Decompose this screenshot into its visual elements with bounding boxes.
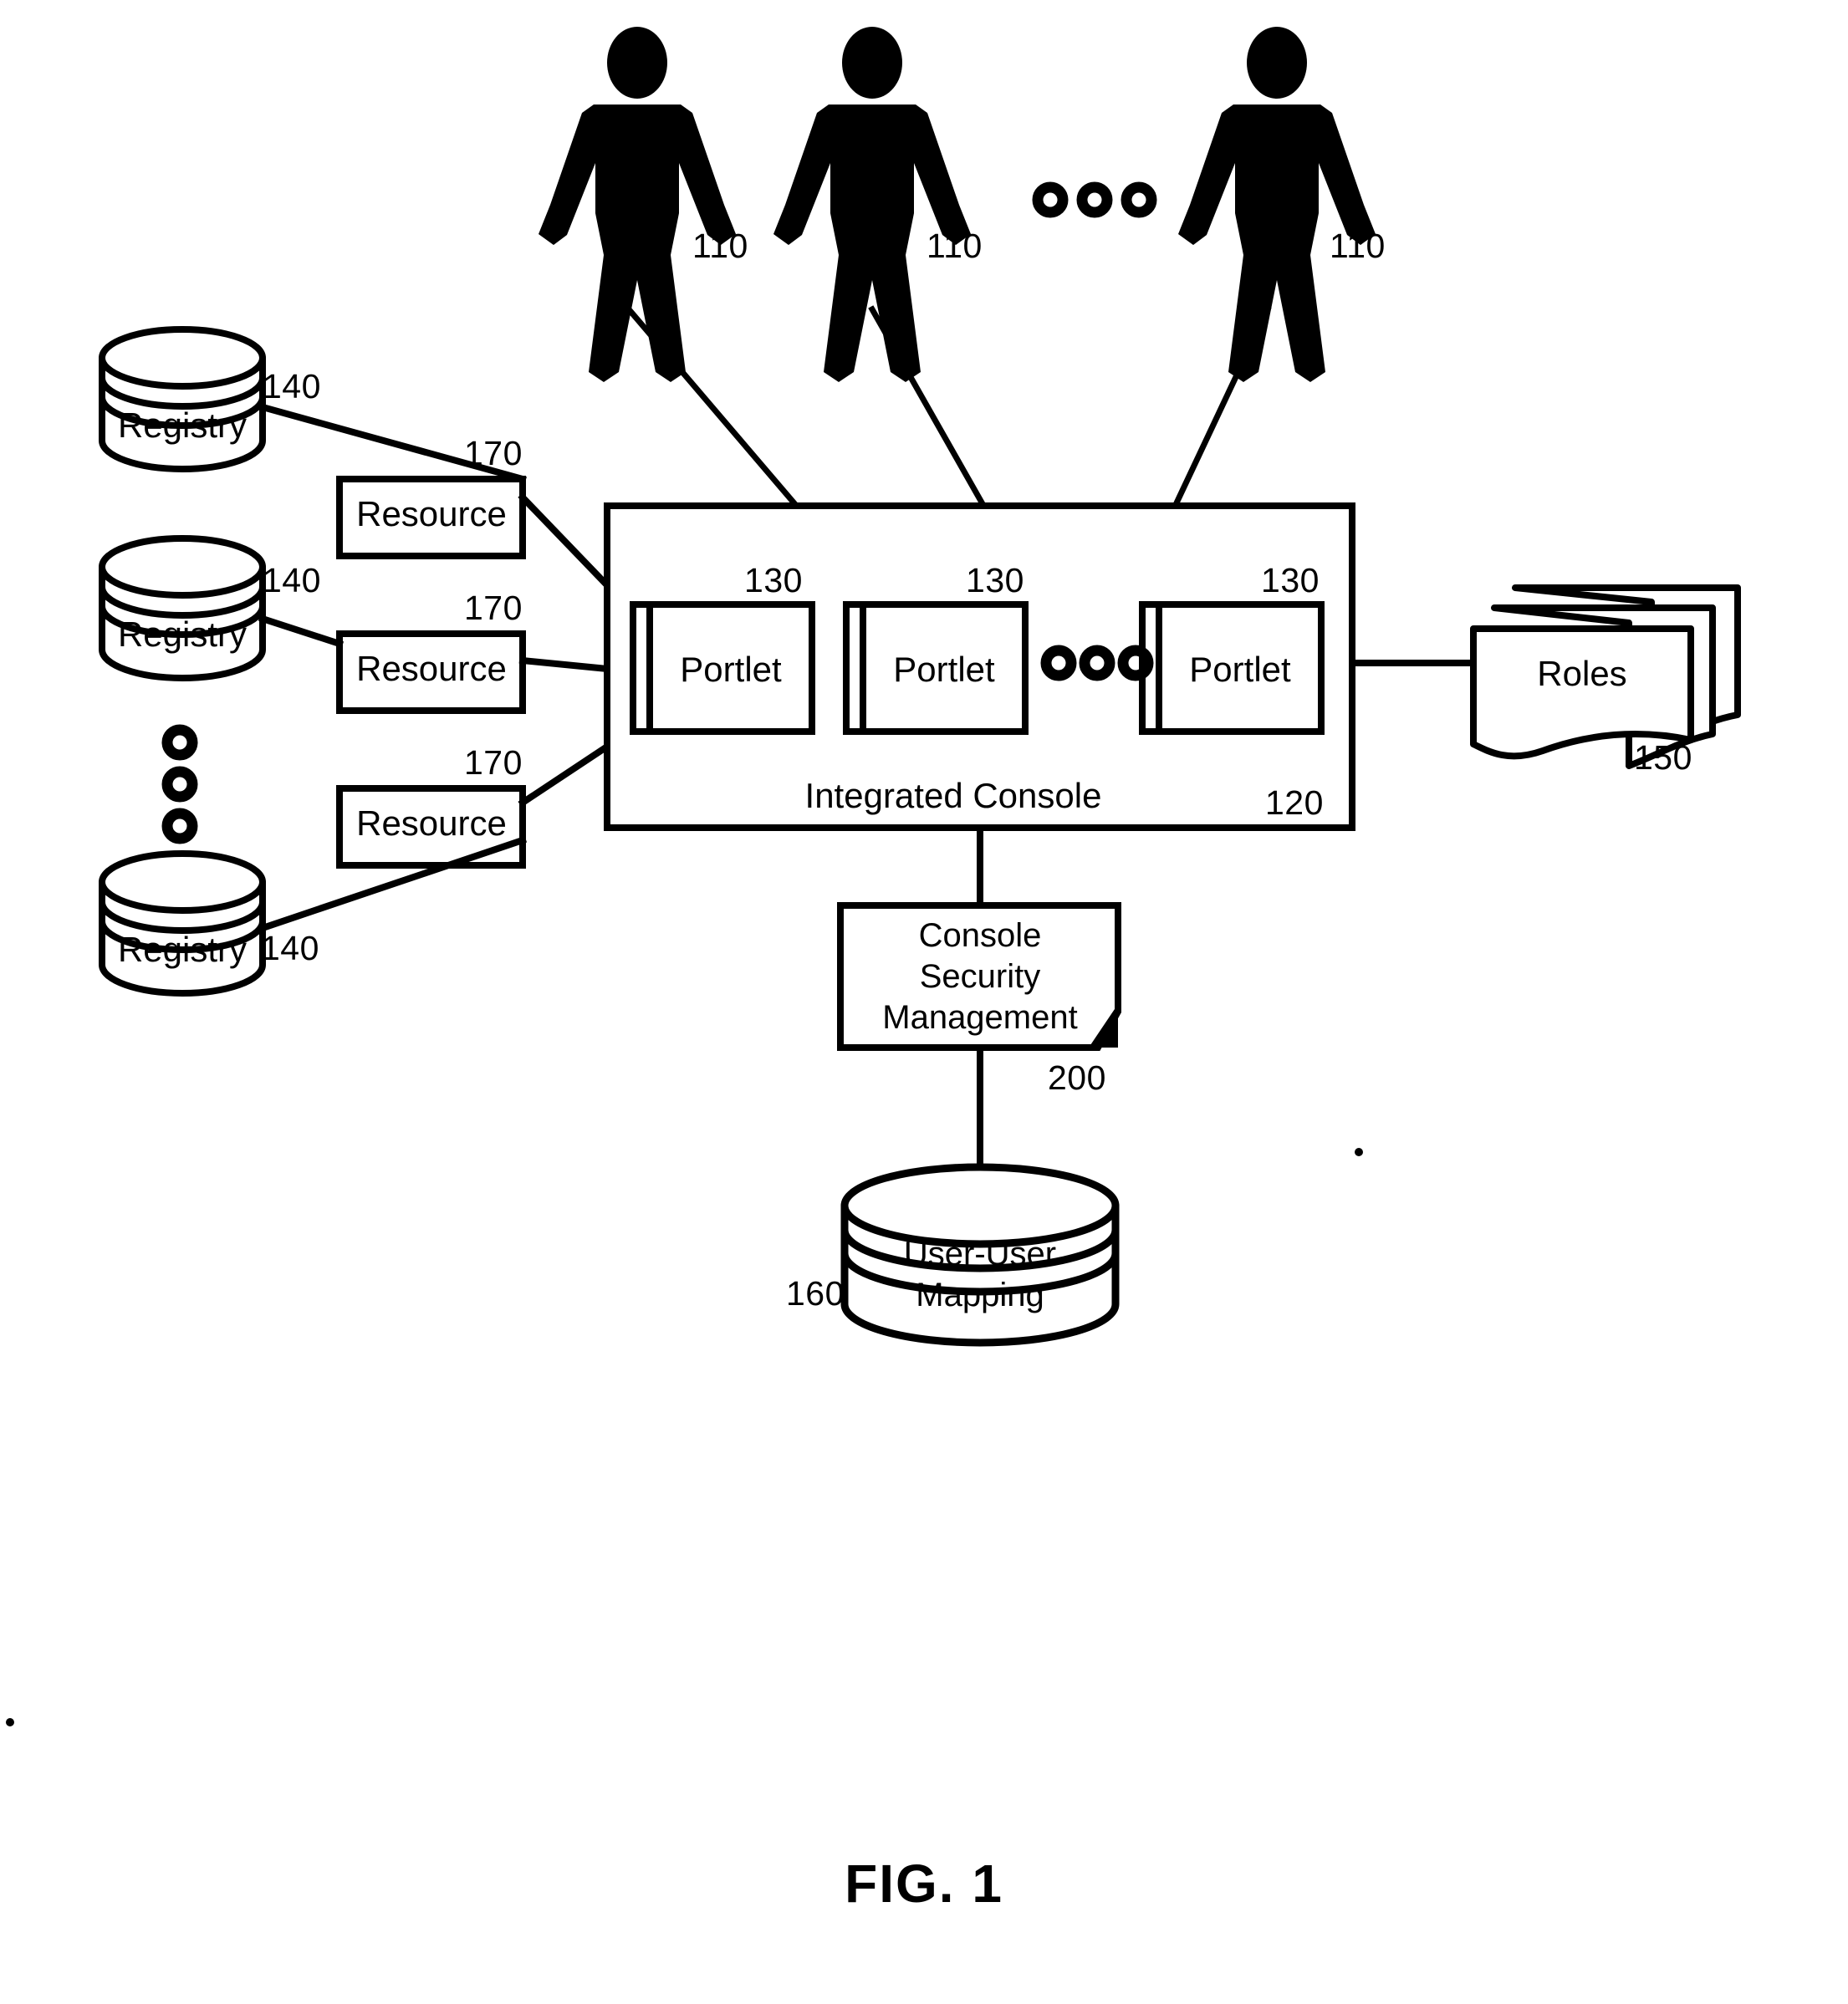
connector-resource3-console: [518, 742, 612, 808]
resource-console-connectors: [518, 492, 612, 808]
portlet-label-1: Portlet: [680, 650, 782, 689]
registry-2-ref: 140: [263, 561, 321, 599]
integrated-console-label: Integrated Console: [804, 776, 1102, 815]
actor-2-ref: 110: [927, 227, 983, 265]
mapping-store-ref: 160: [786, 1274, 845, 1313]
vertical-ellipsis-icon: [167, 730, 192, 839]
integrated-console-ref: 120: [1265, 783, 1324, 822]
mapping-store-line-2: Mapping: [916, 1277, 1044, 1313]
person-icon: [773, 27, 971, 382]
connector-user1-console: [625, 305, 803, 512]
patent-figure-page: 110 110 110 Registry Registry Registry 1…: [0, 0, 1848, 2004]
registry-3-ref: 140: [261, 929, 319, 967]
person-icon: [539, 27, 736, 382]
connector-resource1-console: [518, 492, 612, 590]
resource-3-ref: 170: [464, 743, 523, 782]
horizontal-ellipsis-icon: [1038, 187, 1151, 212]
security-management-line-1: Console: [918, 917, 1042, 954]
scan-speck: [1355, 1148, 1363, 1156]
roles-label: Roles: [1537, 654, 1627, 693]
portlet-3-ref: 130: [1261, 561, 1320, 599]
connector-resource2-console: [518, 656, 611, 673]
roles-ref: 150: [1634, 738, 1692, 777]
resource-label-3: Resource: [356, 803, 507, 843]
portlet-1-ref: 130: [744, 561, 803, 599]
mapping-store-line-1: User-User: [903, 1236, 1057, 1272]
scan-speck: [6, 1718, 14, 1726]
actor-connectors: [625, 305, 1272, 512]
resource-label-2: Resource: [356, 649, 507, 688]
security-management-ref: 200: [1048, 1058, 1106, 1097]
security-management-line-2: Security: [919, 958, 1041, 995]
portlet-label-2: Portlet: [893, 650, 995, 689]
actor-group: [539, 27, 1376, 382]
registry-cylinder-3: [99, 850, 266, 997]
registry-1-ref: 140: [263, 367, 321, 405]
portlet-2-ref: 130: [966, 561, 1024, 599]
actor-n-ref: 110: [1330, 227, 1386, 265]
registry-label-3: Registry: [117, 930, 248, 969]
registry-cylinder-2: [99, 535, 266, 681]
resource-2-ref: 170: [464, 589, 523, 627]
security-management-line-3: Management: [882, 999, 1078, 1036]
portlet-label-3: Portlet: [1189, 650, 1291, 689]
resource-1-ref: 170: [464, 434, 523, 472]
registry-label-2: Registry: [117, 614, 248, 654]
connector-usern-console: [1170, 305, 1272, 512]
connector-user2-console: [868, 305, 989, 512]
actor-1-ref: 110: [692, 227, 748, 265]
registry-label-1: Registry: [117, 405, 248, 445]
person-icon: [1178, 27, 1376, 382]
figure-caption: FIG. 1: [845, 1854, 1003, 1914]
registry-cylinder-1: [99, 326, 266, 472]
resource-label-1: Resource: [356, 494, 507, 533]
